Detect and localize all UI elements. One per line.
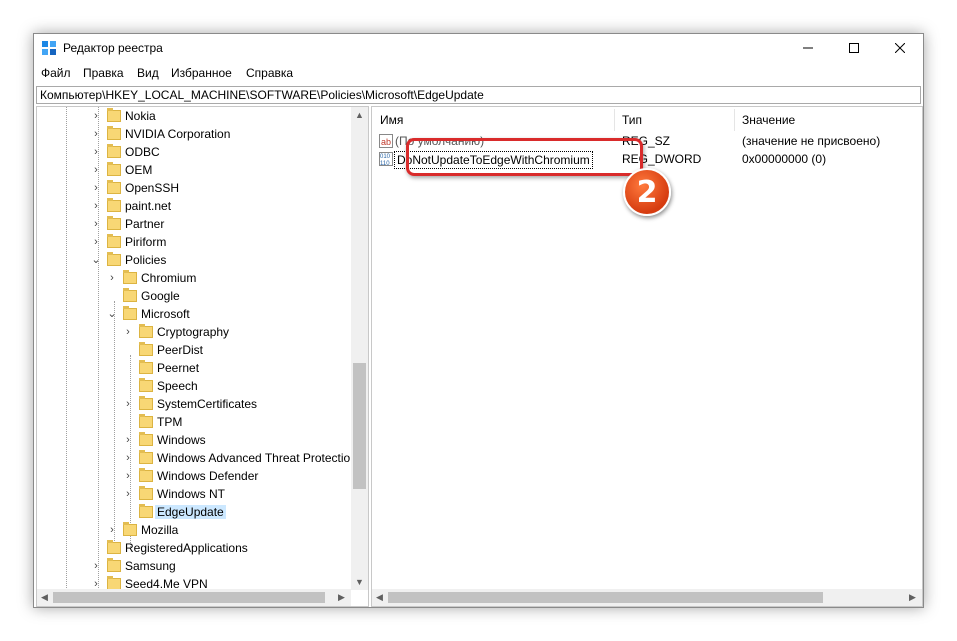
menu-favorites[interactable]: Избранное: [171, 66, 232, 80]
folder-icon: [139, 414, 153, 428]
folder-icon: [107, 252, 121, 266]
folder-icon: [107, 540, 121, 554]
scroll-down-icon[interactable]: ▼: [355, 577, 364, 587]
folder-icon: [139, 342, 153, 356]
scroll-right-icon[interactable]: ▶: [909, 592, 916, 603]
chevron-right-icon[interactable]: ›: [123, 326, 133, 338]
window-title: Редактор реестра: [63, 41, 163, 55]
menu-file[interactable]: Файл: [41, 66, 71, 80]
address-bar[interactable]: Компьютер\HKEY_LOCAL_MACHINE\SOFTWARE\Po…: [36, 86, 921, 104]
step-number-badge: 2: [623, 168, 671, 216]
chevron-down-icon[interactable]: ⌄: [107, 308, 117, 320]
column-header-type[interactable]: Тип: [622, 113, 642, 127]
chevron-right-icon[interactable]: ›: [91, 128, 101, 140]
svg-text:010: 010: [380, 154, 391, 160]
scroll-right-icon[interactable]: ▶: [338, 592, 345, 603]
minimize-icon: [803, 47, 813, 49]
folder-icon: [139, 486, 153, 500]
scroll-left-icon[interactable]: ◀: [376, 592, 383, 603]
chevron-right-icon[interactable]: ›: [123, 398, 133, 410]
scroll-left-icon[interactable]: ◀: [41, 592, 48, 603]
scroll-thumb[interactable]: [53, 592, 325, 603]
chevron-right-icon[interactable]: ›: [91, 200, 101, 212]
dword-value-icon: 010 110: [379, 152, 393, 166]
string-value-icon: ab: [379, 134, 393, 148]
values-list-pane[interactable]: Имя Тип Значение ab (По умолчанию) REG_S…: [371, 106, 923, 607]
folder-icon: [123, 522, 137, 536]
menu-edit[interactable]: Правка: [83, 66, 124, 80]
folder-icon: [107, 162, 121, 176]
scroll-up-icon[interactable]: ▲: [355, 110, 364, 120]
chevron-right-icon[interactable]: ›: [91, 218, 101, 230]
chevron-right-icon[interactable]: ›: [123, 452, 133, 464]
folder-icon: [107, 126, 121, 140]
menu-help[interactable]: Справка: [246, 66, 293, 80]
folder-icon: [107, 144, 121, 158]
column-separator[interactable]: [734, 109, 735, 131]
close-button[interactable]: [877, 34, 923, 62]
chevron-right-icon[interactable]: ›: [91, 182, 101, 194]
folder-icon: [107, 216, 121, 230]
table-cell-value: (значение не присвоено): [742, 134, 881, 148]
folder-icon: [107, 558, 121, 572]
title-bar: Редактор реестра: [34, 34, 923, 62]
chevron-right-icon[interactable]: ›: [91, 146, 101, 158]
close-icon: [895, 43, 905, 53]
tree-guide-line: [130, 355, 131, 547]
menu-bar: Файл Правка Вид Избранное Справка: [34, 64, 923, 82]
regedit-app-icon: [42, 41, 56, 55]
chevron-down-icon[interactable]: ⌄: [91, 254, 101, 266]
folder-icon: [139, 504, 153, 518]
highlight-frame: [406, 138, 643, 176]
scroll-thumb[interactable]: [388, 592, 823, 603]
table-cell-value: 0x00000000 (0): [742, 152, 827, 166]
chevron-right-icon[interactable]: ›: [107, 272, 117, 284]
folder-icon: [139, 450, 153, 464]
chevron-right-icon[interactable]: ›: [91, 110, 101, 122]
column-header-value[interactable]: Значение: [742, 113, 795, 127]
folder-icon: [107, 180, 121, 194]
maximize-icon: [849, 43, 859, 53]
folder-icon: [139, 468, 153, 482]
folder-icon: [107, 198, 121, 212]
folder-icon: [107, 108, 121, 122]
maximize-button[interactable]: [831, 34, 877, 62]
folder-icon: [139, 360, 153, 374]
folder-icon: [107, 234, 121, 248]
tree-vertical-scrollbar[interactable]: ▲ ▼: [351, 107, 368, 590]
folder-icon: [123, 306, 137, 320]
svg-text:ab: ab: [381, 137, 391, 147]
svg-text:110: 110: [380, 161, 390, 166]
tree-guide-line: [98, 107, 99, 590]
key-tree-pane[interactable]: › Nokia › NVIDIA Corporation › ODBC › OEM › O…: [36, 106, 369, 607]
address-path[interactable]: Компьютер\HKEY_LOCAL_MACHINE\SOFTWARE\Po…: [40, 88, 484, 102]
tree-horizontal-scrollbar[interactable]: ◀ ▶: [37, 589, 351, 606]
folder-icon: [123, 288, 137, 302]
chevron-right-icon[interactable]: ›: [107, 524, 117, 536]
chevron-right-icon[interactable]: ›: [91, 164, 101, 176]
tree-guide-line: [66, 107, 67, 590]
scroll-thumb[interactable]: [353, 363, 366, 489]
menu-view[interactable]: Вид: [137, 66, 159, 80]
folder-icon: [139, 396, 153, 410]
folder-icon: [139, 324, 153, 338]
chevron-right-icon[interactable]: ›: [91, 560, 101, 572]
tree-guide-line: [114, 301, 115, 553]
chevron-right-icon[interactable]: ›: [123, 434, 133, 446]
chevron-right-icon[interactable]: ›: [123, 470, 133, 482]
folder-icon: [123, 270, 137, 284]
chevron-right-icon[interactable]: ›: [91, 236, 101, 248]
folder-icon: [139, 378, 153, 392]
column-separator[interactable]: [614, 109, 615, 131]
minimize-button[interactable]: [785, 34, 831, 62]
registry-editor-window: Редактор реестра Файл Правка Вид Избранн…: [33, 33, 924, 608]
folder-icon: [139, 432, 153, 446]
values-horizontal-scrollbar[interactable]: ◀ ▶: [372, 589, 922, 606]
chevron-right-icon[interactable]: ›: [123, 488, 133, 500]
column-header-name[interactable]: Имя: [380, 113, 403, 127]
